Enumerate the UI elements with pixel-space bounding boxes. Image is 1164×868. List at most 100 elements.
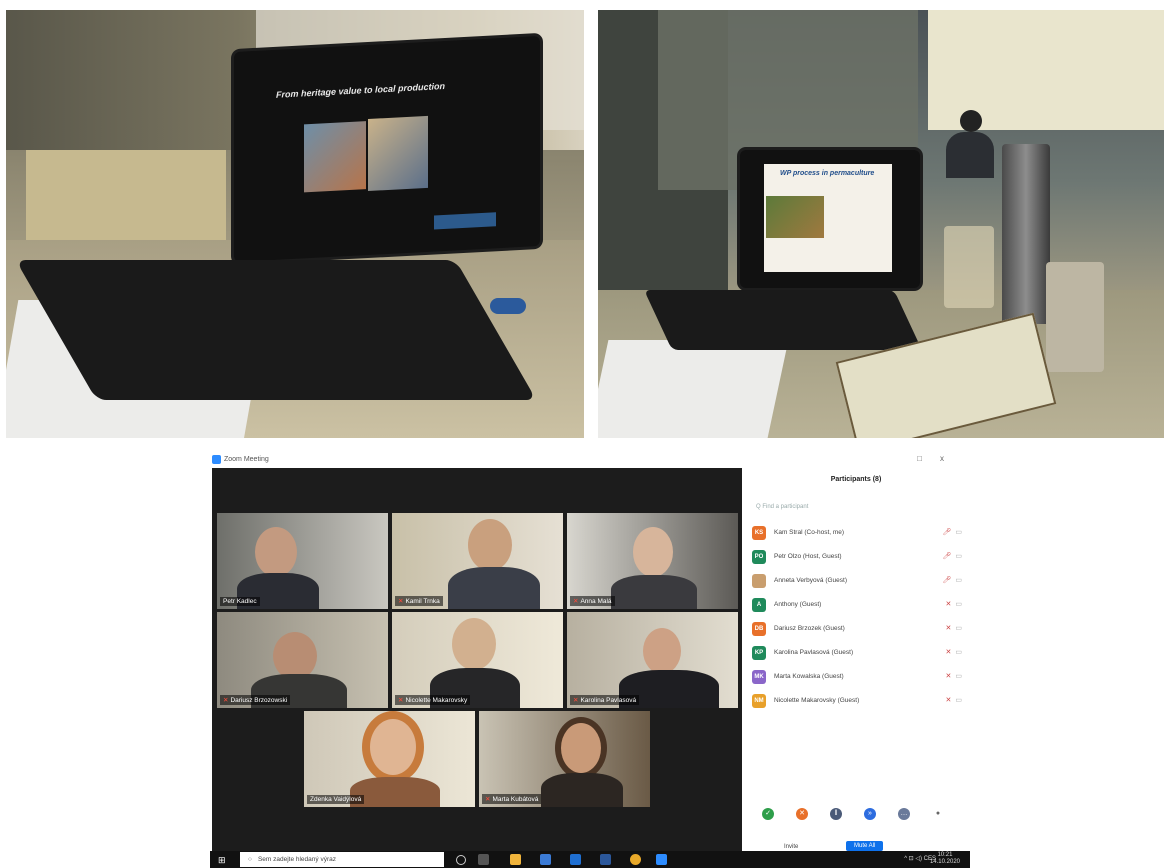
participant-row[interactable]: PO Petr Olzo (Host, Guest) 🎤︎ ▭ [752,550,962,566]
task-view-icon[interactable] [478,854,489,865]
participant-body [448,567,540,609]
person-body [946,132,994,178]
participant-row[interactable]: KS Kam Stral (Co-host, me) 🎤︎ ▭ [752,526,962,542]
video-tile[interactable]: Zdenka Vaidýlová [304,711,475,807]
video-tile[interactable]: ✕ Anna Malá [567,513,738,609]
slide-photo [766,196,824,238]
participant-row[interactable]: NM Nicolette Makarovsky (Guest) ✕ ▭ [752,694,962,710]
participant-name: Nicolette Makarovsky (Guest) [774,697,860,704]
slide-title: WP process in permaculture [780,170,875,177]
avatar: KP [752,646,766,660]
participant-head [255,527,297,577]
participant-row[interactable]: KP Karolina Pavlasová (Guest) ✕ ▭ [752,646,962,662]
slide-title: From heritage value to local production [276,80,446,100]
participant-name: Marta Kowalska (Guest) [774,673,844,680]
window-controls: □x [917,454,962,463]
muted-mic-icon: ✕ [945,625,952,632]
gallery-view: Petr Kadlec ✕ Kamil Trnka ✕ Anna Malá ✕ Dar… [212,468,742,852]
participant-status: ✕ ▭ [946,624,963,632]
more-reactions-button[interactable]: … [898,808,910,820]
tile-name: ✕ Anna Malá [570,596,615,606]
close-button[interactable]: x [940,454,962,463]
maximize-button[interactable]: □ [917,454,940,463]
chrome-icon[interactable] [630,854,641,865]
camera-icon: ▭ [955,529,962,536]
muted-mic-icon: ✕ [945,697,952,704]
window-title: Zoom Meeting [224,456,269,463]
video-tile[interactable]: ✕ Nicolette Makarovsky [392,612,563,708]
participant-status: 🎤︎ ▭ [942,576,962,584]
camera-icon: ▭ [955,577,962,584]
avatar: MK [752,670,766,684]
mic-icon: 🎤︎ [942,529,952,536]
clear-reactions-button[interactable]: ● [932,808,944,820]
camera-icon: ▭ [955,601,962,608]
paper-sheet [598,340,789,438]
cortana-icon[interactable] [456,855,466,865]
video-tile[interactable]: ✕ Dariusz Brzozowski [217,612,388,708]
muted-mic-icon: ✕ [945,601,952,608]
camera-icon: ▭ [955,697,962,704]
participant-head [452,618,496,670]
yes-reaction-button[interactable]: ✓ [762,808,774,820]
avatar: A [752,598,766,612]
participant-name: Dariusz Brzozek (Guest) [774,625,845,632]
camera-icon: ▭ [955,673,962,680]
participant-row[interactable]: MK Marta Kowalska (Guest) ✕ ▭ [752,670,962,686]
store-icon[interactable] [540,854,551,865]
photo-office-laptop: WP process in permaculture [598,10,1164,438]
slow-down-button[interactable]: ‖ [830,808,842,820]
participant-head [273,632,317,680]
photo-laptop-presentation: From heritage value to local production [6,10,584,438]
participant-row[interactable]: Anneta Verbyová (Guest) 🎤︎ ▭ [752,574,962,590]
camera-icon: ▭ [955,625,962,632]
video-tile[interactable]: Petr Kadlec [217,513,388,609]
muted-mic-icon: ✕ [398,598,404,605]
file-explorer-icon[interactable] [510,854,521,865]
zoom-taskbar-icon[interactable] [656,854,667,865]
start-button[interactable]: ⊞ [218,855,226,866]
mail-icon[interactable] [570,854,581,865]
participant-body [541,773,623,807]
avatar [752,574,766,588]
avatar: PO [752,550,766,564]
camera-icon: ▭ [955,553,962,560]
word-icon[interactable] [600,854,611,865]
tile-name: Petr Kadlec [220,597,260,606]
participant-row[interactable]: DB Dariusz Brzozek (Guest) ✕ ▭ [752,622,962,638]
video-tile[interactable]: ✕ Kamil Trnka [392,513,563,609]
participant-name: Anthony (Guest) [774,601,822,608]
participant-head [633,527,673,577]
video-tile[interactable]: ✕ Karolina Pavlasová [567,612,738,708]
participant-head [643,628,681,674]
participant-name: Karolina Pavlasová (Guest) [774,649,854,656]
time: 10:21 [937,852,953,858]
mouse [490,298,526,314]
slide: WP process in permaculture [764,164,892,272]
cup [1046,262,1104,372]
participant-row[interactable]: A Anthony (Guest) ✕ ▭ [752,598,962,614]
speed-up-button[interactable]: » [864,808,876,820]
participant-search-input[interactable]: Q Find a participant [756,504,808,510]
mute-all-button[interactable]: Mute All [846,841,884,851]
zoom-window: Zoom Meeting □x Petr Kadlec ✕ Kamil Trnka… [210,452,970,852]
participant-body [611,575,697,609]
video-tile[interactable]: ✕ Marta Kubátová [479,711,650,807]
no-reaction-button[interactable]: ✕ [796,808,808,820]
avatar: KS [752,526,766,540]
taskbar-search-input[interactable]: ○ Sem zadejte hledaný výraz [240,852,444,867]
participant-head [561,723,601,773]
participant-status: ✕ ▭ [946,672,963,680]
clock[interactable]: 10:21 14.10.2020 [930,852,960,866]
camera-icon: ▭ [955,649,962,656]
tile-name: Zdenka Vaidýlová [307,795,365,804]
glass [944,226,994,308]
date: 14.10.2020 [929,859,960,865]
avatar: DB [752,622,766,636]
slide-photo-1 [304,121,366,193]
panel-title: Participants (8) [830,476,882,483]
person-head [960,110,982,132]
muted-mic-icon: ✕ [945,649,952,656]
invite-button[interactable]: Invite [784,844,798,850]
tile-name: ✕ Kamil Trnka [395,596,443,606]
